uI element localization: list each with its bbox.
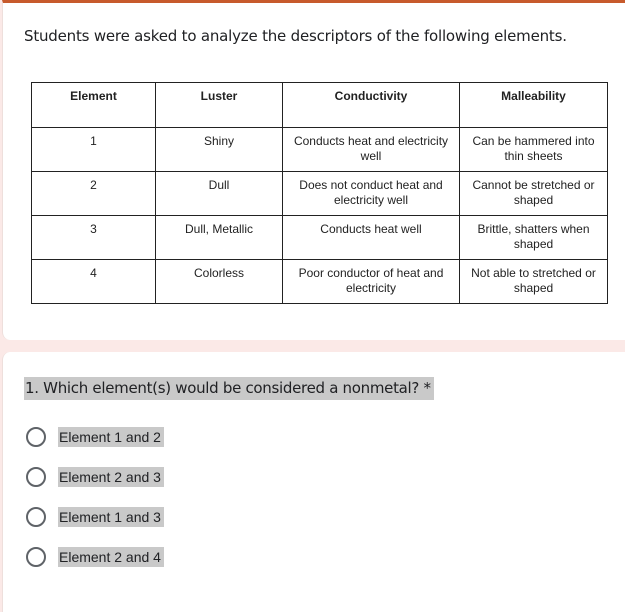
option-1[interactable]: Element 1 and 2	[26, 427, 164, 447]
cell-luster: Shiny	[155, 127, 283, 172]
elements-table: Element Luster Conductivity Malleability…	[31, 82, 608, 304]
option-4[interactable]: Element 2 and 4	[26, 547, 164, 567]
cell-element: 2	[31, 171, 156, 216]
question-text: 1. Which element(s) would be considered …	[24, 377, 434, 400]
option-3[interactable]: Element 1 and 3	[26, 507, 164, 527]
table-row: 3 Dull, Metallic Conducts heat well Brit…	[31, 215, 608, 260]
cell-malleability: Cannot be stretched or shaped	[459, 171, 608, 216]
table-row: 2 Dull Does not conduct heat and electri…	[31, 171, 608, 216]
cell-conductivity: Conducts heat well	[282, 215, 460, 260]
option-label[interactable]: Element 1 and 2	[58, 427, 164, 447]
option-label[interactable]: Element 2 and 4	[58, 547, 164, 567]
header-element: Element	[31, 82, 156, 128]
table-row: 1 Shiny Conducts heat and electricity we…	[31, 127, 608, 172]
header-luster: Luster	[155, 82, 283, 128]
radio-button[interactable]	[26, 467, 46, 487]
option-2[interactable]: Element 2 and 3	[26, 467, 164, 487]
cell-element: 4	[31, 259, 156, 304]
radio-button[interactable]	[26, 507, 46, 527]
cell-malleability: Brittle, shatters when shaped	[459, 215, 608, 260]
cell-element: 1	[31, 127, 156, 172]
cell-luster: Colorless	[155, 259, 283, 304]
cell-element: 3	[31, 215, 156, 260]
cell-malleability: Not able to stretched or shaped	[459, 259, 608, 304]
option-label[interactable]: Element 2 and 3	[58, 467, 164, 487]
option-label[interactable]: Element 1 and 3	[58, 507, 164, 527]
radio-button[interactable]	[26, 547, 46, 567]
cell-luster: Dull	[155, 171, 283, 216]
table-row: 4 Colorless Poor conductor of heat and e…	[31, 259, 608, 304]
cell-luster: Dull, Metallic	[155, 215, 283, 260]
header-malleability: Malleability	[459, 82, 608, 128]
cell-malleability: Can be hammered into thin sheets	[459, 127, 608, 172]
cell-conductivity: Poor conductor of heat and electricity	[282, 259, 460, 304]
cell-conductivity: Conducts heat and electricity well	[282, 127, 460, 172]
header-conductivity: Conductivity	[282, 82, 460, 128]
cell-conductivity: Does not conduct heat and electricity we…	[282, 171, 460, 216]
intro-text: Students were asked to analyze the descr…	[24, 27, 567, 45]
radio-button[interactable]	[26, 427, 46, 447]
table-header-row: Element Luster Conductivity Malleability	[31, 82, 608, 128]
